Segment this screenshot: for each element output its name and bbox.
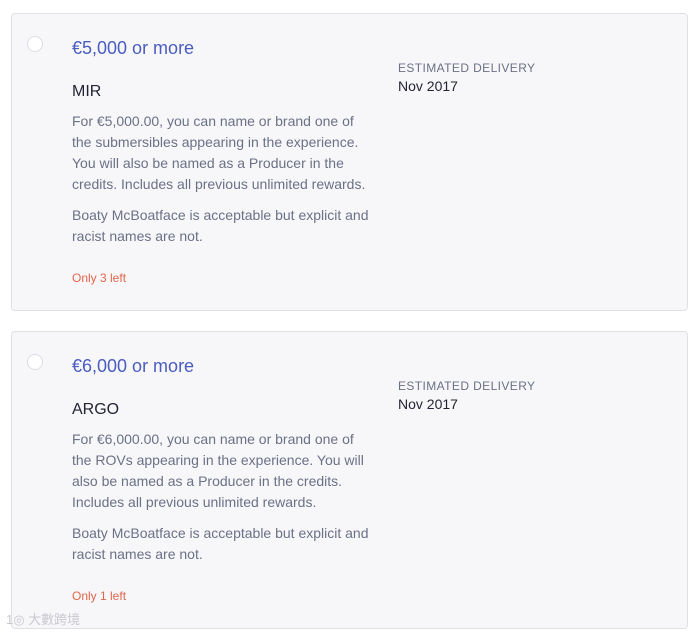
- availability-label: Only 1 left: [72, 589, 127, 603]
- reward-title: MIR: [72, 83, 102, 100]
- reward-radio[interactable]: [27, 36, 43, 52]
- reward-card[interactable]: €6,000 or more ARGO For €6,000.00, you c…: [11, 331, 688, 629]
- reward-radio[interactable]: [27, 354, 43, 370]
- watermark: 1◎ 大數跨境: [6, 612, 81, 627]
- reward-card[interactable]: €5,000 or more MIR For €5,000.00, you ca…: [11, 13, 688, 311]
- reward-list: €5,000 or more MIR For €5,000.00, you ca…: [0, 0, 697, 635]
- availability-label: Only 3 left: [72, 271, 127, 285]
- reward-price: €5,000 or more: [72, 38, 195, 58]
- delivery-label: ESTIMATED DELIVERY: [398, 379, 536, 393]
- reward-note: Boaty McBoatface is acceptable but expli…: [72, 525, 369, 562]
- delivery-label: ESTIMATED DELIVERY: [398, 61, 536, 75]
- reward-title: ARGO: [72, 401, 120, 418]
- delivery-date: Nov 2017: [398, 396, 458, 412]
- reward-description: For €6,000.00, you can name or brand one…: [72, 431, 364, 510]
- reward-description: For €5,000.00, you can name or brand one…: [72, 113, 366, 192]
- reward-price: €6,000 or more: [72, 356, 195, 376]
- reward-note: Boaty McBoatface is acceptable but expli…: [72, 207, 369, 244]
- delivery-date: Nov 2017: [398, 78, 458, 94]
